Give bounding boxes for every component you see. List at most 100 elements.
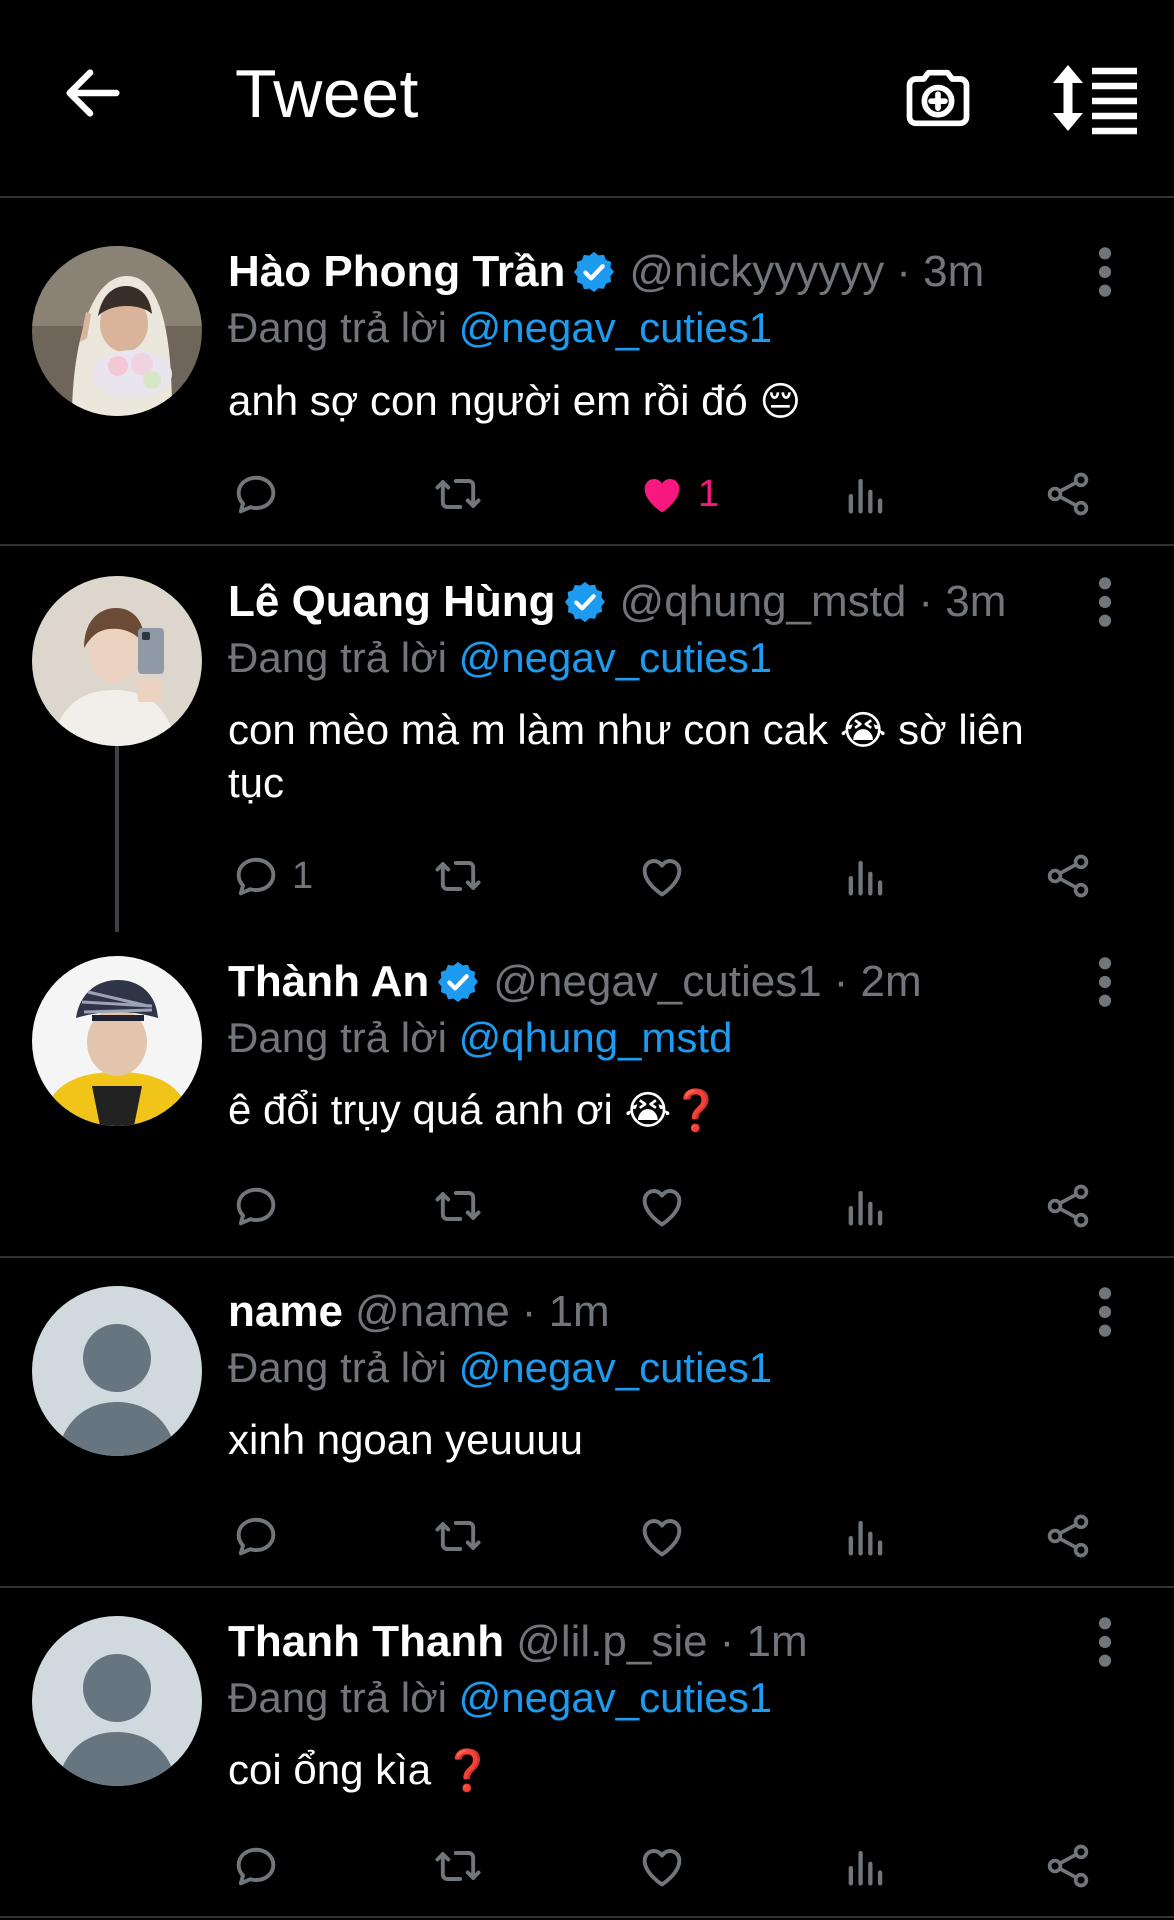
- user-handle: @negav_cuties1: [493, 957, 822, 1006]
- tweet-item[interactable]: name @name · 1m Đang trả lời @negav_cuti…: [0, 1260, 1174, 1588]
- more-vertical-icon[interactable]: [1092, 574, 1118, 630]
- top-app-bar: Tweet: [0, 0, 1174, 198]
- tweet-text: ê đổi trụy quá anh ơi 😭❓: [228, 1084, 1128, 1137]
- verified-badge-icon: [571, 249, 617, 295]
- analytics-icon: [840, 1510, 892, 1562]
- more-vertical-icon[interactable]: [1092, 1284, 1118, 1340]
- display-name[interactable]: Lê Quang Hùng: [228, 577, 556, 627]
- action-bar: [0, 1836, 1174, 1896]
- share-button[interactable]: [1042, 1176, 1094, 1236]
- like-button[interactable]: [636, 1506, 688, 1566]
- reply-button[interactable]: [230, 1506, 282, 1566]
- reply-mention[interactable]: @negav_cuties1: [459, 634, 773, 681]
- tweet-item[interactable]: Thanh Thanh @lil.p_sie · 1m Đang trả lời…: [0, 1590, 1174, 1918]
- reply-mention[interactable]: @negav_cuties1: [459, 1344, 773, 1391]
- analytics-button[interactable]: [840, 464, 892, 524]
- avatar[interactable]: [32, 1616, 202, 1786]
- analytics-button[interactable]: [840, 1176, 892, 1236]
- tweet-emoji: 😭❓: [624, 1088, 722, 1134]
- tweet-item[interactable]: Lê Quang Hùng @qhung_mstd · 3m Đang trả …: [0, 548, 1174, 932]
- like-button[interactable]: [636, 1836, 688, 1896]
- retweet-button[interactable]: [432, 1836, 484, 1896]
- avatar[interactable]: [32, 246, 202, 416]
- share-icon: [1042, 1180, 1094, 1232]
- timestamp: · 3m: [918, 577, 1007, 626]
- display-name[interactable]: Thanh Thanh: [228, 1617, 504, 1667]
- analytics-button[interactable]: [840, 1506, 892, 1566]
- reply-mention[interactable]: @negav_cuties1: [459, 304, 773, 351]
- reply-button[interactable]: [230, 464, 282, 524]
- like-count: 1: [698, 472, 720, 515]
- tweet-emoji: 😔: [759, 379, 802, 425]
- like-button[interactable]: 1: [636, 464, 719, 524]
- verified-badge-icon: [562, 579, 608, 625]
- like-icon: [636, 1180, 688, 1232]
- retweet-button[interactable]: [432, 1176, 484, 1236]
- retweet-icon: [432, 1180, 484, 1232]
- tweet-body: anh sợ con người em rồi đó: [228, 377, 748, 424]
- retweet-button[interactable]: [432, 846, 484, 906]
- reply-prefix: Đang trả lời: [228, 304, 447, 351]
- timestamp: · 3m: [896, 247, 985, 296]
- like-button[interactable]: [636, 846, 688, 906]
- analytics-icon: [840, 468, 892, 520]
- timestamp: · 2m: [833, 957, 922, 1006]
- reply-button[interactable]: [230, 1836, 282, 1896]
- avatar[interactable]: [32, 956, 202, 1126]
- share-icon: [1042, 1840, 1094, 1892]
- tweet-item[interactable]: Thành An @negav_cuties1 · 2m Đang trả lờ…: [0, 930, 1174, 1258]
- reply-button[interactable]: 1: [230, 846, 313, 906]
- page-title: Tweet: [235, 56, 419, 132]
- tweet-emoji: 😭: [839, 708, 887, 754]
- more-vertical-icon[interactable]: [1092, 244, 1118, 300]
- share-button[interactable]: [1042, 1506, 1094, 1566]
- tweet-item[interactable]: Hào Phong Trần @nickyyyyyy · 3m Đang trả…: [0, 200, 1174, 546]
- action-bar: [0, 1176, 1174, 1236]
- sort-list-icon[interactable]: [1050, 60, 1140, 136]
- reply-icon: [230, 1840, 282, 1892]
- retweet-button[interactable]: [432, 1506, 484, 1566]
- action-bar: [0, 1506, 1174, 1566]
- analytics-button[interactable]: [840, 1836, 892, 1896]
- share-button[interactable]: [1042, 846, 1094, 906]
- more-vertical-icon[interactable]: [1092, 1614, 1118, 1670]
- reply-prefix: Đang trả lời: [228, 634, 447, 681]
- reply-context: Đang trả lời @negav_cuties1: [228, 304, 772, 352]
- retweet-button[interactable]: [432, 464, 484, 524]
- reply-icon: [230, 1510, 282, 1562]
- action-bar: 1: [0, 846, 1174, 906]
- reply-context: Đang trả lời @negav_cuties1: [228, 1344, 772, 1392]
- tweet-body-wrap: tục: [228, 759, 285, 806]
- reply-button[interactable]: [230, 1176, 282, 1236]
- reply-mention[interactable]: @negav_cuties1: [459, 1674, 773, 1721]
- reply-prefix: Đang trả lời: [228, 1674, 447, 1721]
- back-arrow-icon[interactable]: [58, 58, 128, 128]
- timestamp: · 1m: [521, 1287, 610, 1336]
- retweet-icon: [432, 850, 484, 902]
- display-name[interactable]: Thành An: [228, 957, 429, 1007]
- reply-context: Đang trả lời @negav_cuties1: [228, 634, 772, 682]
- display-name[interactable]: Hào Phong Trần: [228, 247, 565, 297]
- share-icon: [1042, 850, 1094, 902]
- reply-count: 1: [292, 854, 314, 897]
- analytics-button[interactable]: [840, 846, 892, 906]
- user-handle: @lil.p_sie: [516, 1617, 708, 1666]
- like-button[interactable]: [636, 1176, 688, 1236]
- camera-plus-icon[interactable]: [900, 60, 976, 136]
- reply-prefix: Đang trả lời: [228, 1014, 447, 1061]
- avatar[interactable]: [32, 576, 202, 746]
- avatar[interactable]: [32, 1286, 202, 1456]
- retweet-icon: [432, 1510, 484, 1562]
- reply-mention[interactable]: @qhung_mstd: [459, 1014, 733, 1061]
- tweet-body: ê đổi trụy quá anh ơi: [228, 1086, 613, 1133]
- share-button[interactable]: [1042, 464, 1094, 524]
- display-name[interactable]: name: [228, 1287, 343, 1337]
- timestamp: · 1m: [719, 1617, 808, 1666]
- share-button[interactable]: [1042, 1836, 1094, 1896]
- like-icon: [636, 1840, 688, 1892]
- share-icon: [1042, 1510, 1094, 1562]
- tweet-body: con mèo mà m làm như con cak: [228, 706, 829, 753]
- retweet-icon: [432, 1840, 484, 1892]
- more-vertical-icon[interactable]: [1092, 954, 1118, 1010]
- like-icon: [636, 1510, 688, 1562]
